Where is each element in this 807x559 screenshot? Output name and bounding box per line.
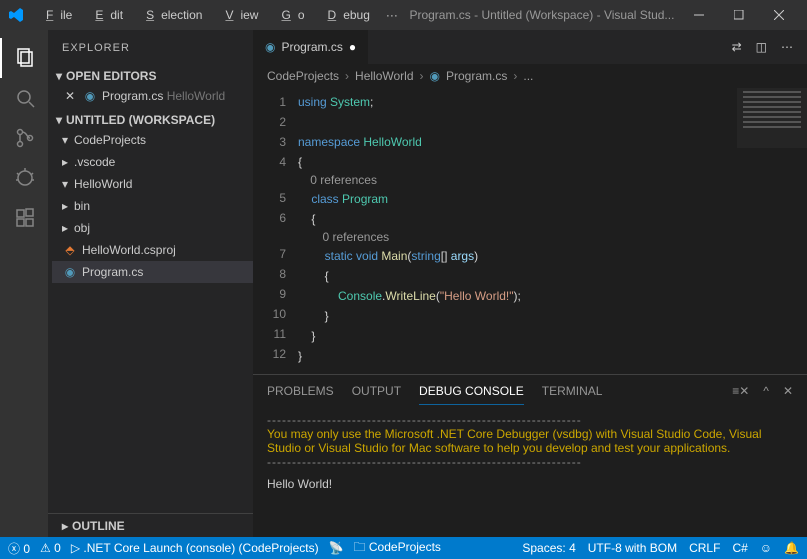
panel-close-icon[interactable]: ✕ [783,378,793,404]
more-actions-icon[interactable]: ⋯ [781,40,793,54]
titlebar: File Edit Selection View Go Debug ··· Pr… [0,0,807,30]
sidebar: EXPLORER ▾OPEN EDITORS ✕ ◉ Program.cs He… [48,30,253,537]
status-spaces[interactable]: Spaces: 4 [522,541,575,555]
status-eol[interactable]: CRLF [689,541,720,555]
panel-tab-debug-console[interactable]: DEBUG CONSOLE [419,378,524,405]
activity-debug[interactable] [0,158,48,198]
folder-obj[interactable]: ▸obj [52,217,253,239]
xml-icon: ⬘ [62,243,78,257]
line-gutter: 1234 56 789101112 [253,88,298,374]
activity-search[interactable] [0,78,48,118]
status-feedback-icon[interactable]: ☺ [760,541,772,555]
panel-tab-terminal[interactable]: TERMINAL [542,378,603,404]
status-errors[interactable]: ⓧ 0 [8,540,30,557]
maximize-button[interactable] [719,0,759,30]
menu-file[interactable]: File [32,4,79,26]
window-controls [679,0,799,30]
vs-logo-icon [8,7,24,23]
window-title: Program.cs - Untitled (Workspace) - Visu… [405,8,679,22]
menu-bar: File Edit Selection View Go Debug ··· [32,4,405,26]
tab-program-cs[interactable]: ◉ Program.cs ● [253,30,369,64]
breadcrumb[interactable]: CodeProjects› HelloWorld› ◉Program.cs› .… [253,64,807,88]
editor-area: ◉ Program.cs ● ⇄ ◫ ⋯ CodeProjects› Hello… [253,30,807,537]
status-live-icon[interactable]: 📡 [329,541,344,555]
status-folder[interactable]: 🗀 CodeProjects [354,538,441,559]
status-launch-config[interactable]: ▷ .NET Core Launch (console) (CodeProjec… [71,541,319,555]
section-outline[interactable]: ▸OUTLINE [54,517,247,535]
status-bar: ⓧ 0 ⚠ 0 ▷ .NET Core Launch (console) (Co… [0,537,807,559]
menu-edit[interactable]: Edit [81,4,130,26]
panel: PROBLEMS OUTPUT DEBUG CONSOLE TERMINAL ≡… [253,374,807,537]
file-csproj[interactable]: ⬘HelloWorld.csproj [52,239,253,261]
csharp-icon: ◉ [82,89,98,103]
menu-more[interactable]: ··· [379,4,405,26]
dirty-indicator-icon: ● [349,40,356,54]
split-editor-icon[interactable]: ◫ [756,40,767,54]
folder-vscode[interactable]: ▸.vscode [52,151,253,173]
panel-tab-output[interactable]: OUTPUT [352,378,401,404]
panel-tab-problems[interactable]: PROBLEMS [267,378,334,404]
status-bell-icon[interactable]: 🔔 [784,541,799,555]
editor-tabs: ◉ Program.cs ● ⇄ ◫ ⋯ [253,30,807,64]
panel-tabs: PROBLEMS OUTPUT DEBUG CONSOLE TERMINAL ≡… [253,375,807,407]
clear-console-icon[interactable]: ≡✕ [732,378,749,404]
activity-scm[interactable] [0,118,48,158]
folder-bin[interactable]: ▸bin [52,195,253,217]
code-lines[interactable]: using System; namespace HelloWorld{ 0 re… [298,88,807,374]
file-program-cs[interactable]: ◉Program.cs [52,261,253,283]
compare-icon[interactable]: ⇄ [732,40,742,54]
activity-explorer[interactable] [0,38,48,78]
debug-console-output[interactable]: ----------------------------------------… [253,407,807,537]
csharp-icon: ◉ [265,40,275,54]
status-encoding[interactable]: UTF-8 with BOM [588,541,677,555]
menu-selection[interactable]: Selection [132,4,209,26]
folder-helloworld[interactable]: ▾HelloWorld [52,173,253,195]
minimize-button[interactable] [679,0,719,30]
minimap[interactable] [737,88,807,148]
close-button[interactable] [759,0,799,30]
sidebar-header: EXPLORER [48,30,253,65]
csharp-icon: ◉ [62,265,78,279]
menu-debug[interactable]: Debug [314,4,377,26]
section-open-editors[interactable]: ▾OPEN EDITORS [48,67,253,85]
section-workspace[interactable]: ▾UNTITLED (WORKSPACE) [48,111,253,129]
panel-maximize-icon[interactable]: ^ [763,378,769,404]
code-editor[interactable]: 1234 56 789101112 using System; namespac… [253,88,807,374]
menu-view[interactable]: View [211,4,265,26]
close-icon[interactable]: ✕ [62,89,78,103]
status-language[interactable]: C# [732,541,747,555]
activity-extensions[interactable] [0,198,48,238]
open-editor-item[interactable]: ✕ ◉ Program.cs HelloWorld [52,85,253,107]
activity-bar [0,30,48,537]
folder-codeprojects[interactable]: ▾CodeProjects [52,129,253,151]
menu-go[interactable]: Go [267,4,311,26]
status-warnings[interactable]: ⚠ 0 [40,541,61,555]
